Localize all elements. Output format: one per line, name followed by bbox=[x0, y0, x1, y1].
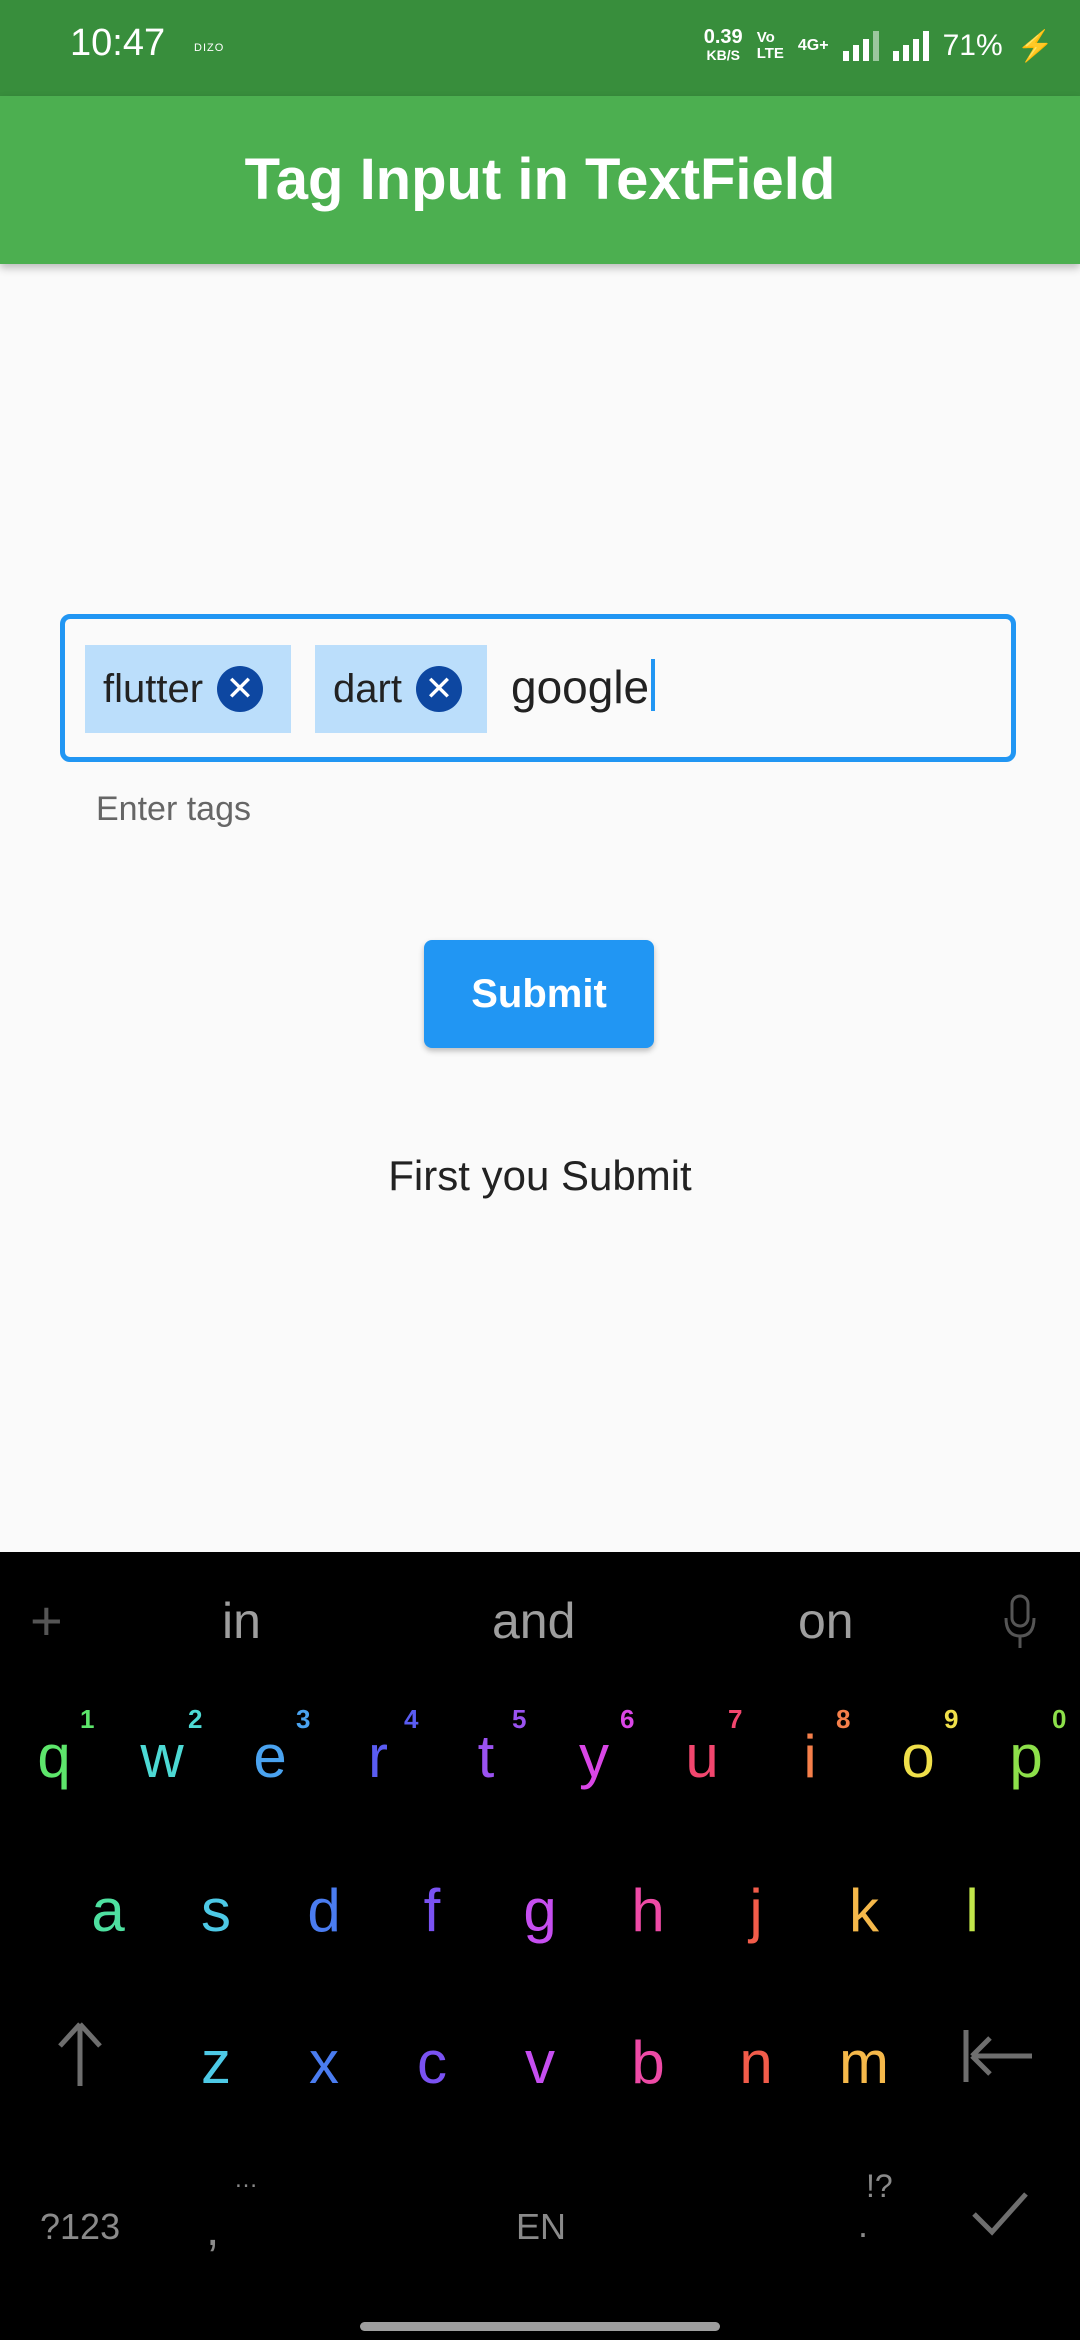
key-k[interactable]: k bbox=[814, 1876, 914, 1945]
suggestion-3[interactable]: on bbox=[798, 1592, 854, 1650]
close-icon[interactable]: ✕ bbox=[217, 666, 264, 712]
text-cursor bbox=[651, 659, 656, 711]
period-key[interactable]: . bbox=[858, 2204, 868, 2246]
net-speed: 0.39 KB/S bbox=[703, 26, 743, 63]
key-hint-4: 4 bbox=[404, 1704, 419, 1734]
key-a[interactable]: a bbox=[58, 1876, 158, 1945]
key-d[interactable]: d bbox=[274, 1876, 374, 1945]
tag-chip-label: dart bbox=[333, 666, 402, 711]
key-g[interactable]: g bbox=[490, 1876, 590, 1945]
key-s[interactable]: s bbox=[166, 1876, 266, 1945]
soft-keyboard: + in and on q1w2e3r4t5y6u7i8o9p0 asdfghj… bbox=[0, 1552, 1080, 2340]
backspace-icon[interactable] bbox=[960, 2026, 1036, 2086]
ellipsis-hint: … bbox=[234, 2166, 258, 2193]
tag-chip-dart: dart ✕ bbox=[315, 645, 487, 733]
tag-input-field[interactable]: flutter ✕ dart ✕ google bbox=[60, 614, 1016, 762]
key-hint-3: 3 bbox=[296, 1704, 311, 1734]
key-v[interactable]: v bbox=[490, 2028, 590, 2097]
helper-text: Enter tags bbox=[96, 790, 251, 828]
tag-chip-flutter: flutter ✕ bbox=[85, 645, 291, 733]
key-hint-9: 9 bbox=[944, 1704, 959, 1734]
volte-icon: Vo LTE bbox=[756, 29, 784, 62]
battery-percent: 71% bbox=[942, 29, 1003, 62]
close-icon[interactable]: ✕ bbox=[415, 666, 462, 712]
space-bar[interactable]: EN bbox=[290, 2176, 790, 2296]
tag-text-input[interactable]: google bbox=[511, 659, 656, 714]
key-hint-0: 0 bbox=[1052, 1704, 1067, 1734]
network-type: 4G+ bbox=[797, 37, 829, 54]
plus-icon[interactable]: + bbox=[30, 1588, 63, 1653]
status-time: 10:47 bbox=[70, 22, 166, 64]
key-n[interactable]: n bbox=[706, 2028, 806, 2097]
tag-chip-label: flutter bbox=[103, 666, 204, 711]
key-hint-8: 8 bbox=[836, 1704, 851, 1734]
key-hint-7: 7 bbox=[728, 1704, 743, 1734]
signal-icon-2 bbox=[892, 31, 929, 61]
suggestion-2[interactable]: and bbox=[492, 1592, 575, 1650]
key-hint-6: 6 bbox=[620, 1704, 635, 1734]
punctuation-key[interactable]: !? bbox=[866, 2168, 893, 2205]
shift-icon[interactable] bbox=[52, 2020, 108, 2090]
symbols-key[interactable]: ?123 bbox=[40, 2206, 120, 2248]
status-bar: 10:47 DIZO 0.39 KB/S Vo LTE 4G+ 71% ⚡ bbox=[0, 0, 1080, 96]
submit-button[interactable]: Submit bbox=[424, 940, 654, 1048]
page-title: Tag Input in TextField bbox=[244, 147, 836, 212]
key-j[interactable]: j bbox=[706, 1876, 806, 1945]
microphone-icon[interactable] bbox=[1000, 1592, 1040, 1652]
key-hint-5: 5 bbox=[512, 1704, 527, 1734]
charging-icon: ⚡ bbox=[1016, 29, 1054, 63]
key-z[interactable]: z bbox=[166, 2028, 266, 2097]
key-x[interactable]: x bbox=[274, 2028, 374, 2097]
signal-icon bbox=[842, 31, 879, 61]
key-f[interactable]: f bbox=[382, 1876, 482, 1945]
key-c[interactable]: c bbox=[382, 2028, 482, 2097]
language-label: EN bbox=[516, 2206, 567, 2247]
status-icons: 0.39 KB/S Vo LTE 4G+ 71% ⚡ bbox=[703, 26, 1054, 64]
key-b[interactable]: b bbox=[598, 2028, 698, 2097]
key-hint-1: 1 bbox=[80, 1704, 95, 1734]
suggestion-1[interactable]: in bbox=[222, 1592, 261, 1650]
key-h[interactable]: h bbox=[598, 1876, 698, 1945]
key-m[interactable]: m bbox=[814, 2028, 914, 2097]
key-l[interactable]: l bbox=[922, 1876, 1022, 1945]
checkmark-icon[interactable] bbox=[970, 2188, 1030, 2238]
comma-key[interactable]: , bbox=[206, 2202, 219, 2257]
key-hint-2: 2 bbox=[188, 1704, 203, 1734]
gesture-nav-bar[interactable] bbox=[360, 2322, 720, 2331]
result-text: First you Submit bbox=[388, 1152, 692, 1199]
status-brand: DIZO bbox=[194, 42, 225, 54]
app-bar: Tag Input in TextField bbox=[0, 96, 1080, 264]
